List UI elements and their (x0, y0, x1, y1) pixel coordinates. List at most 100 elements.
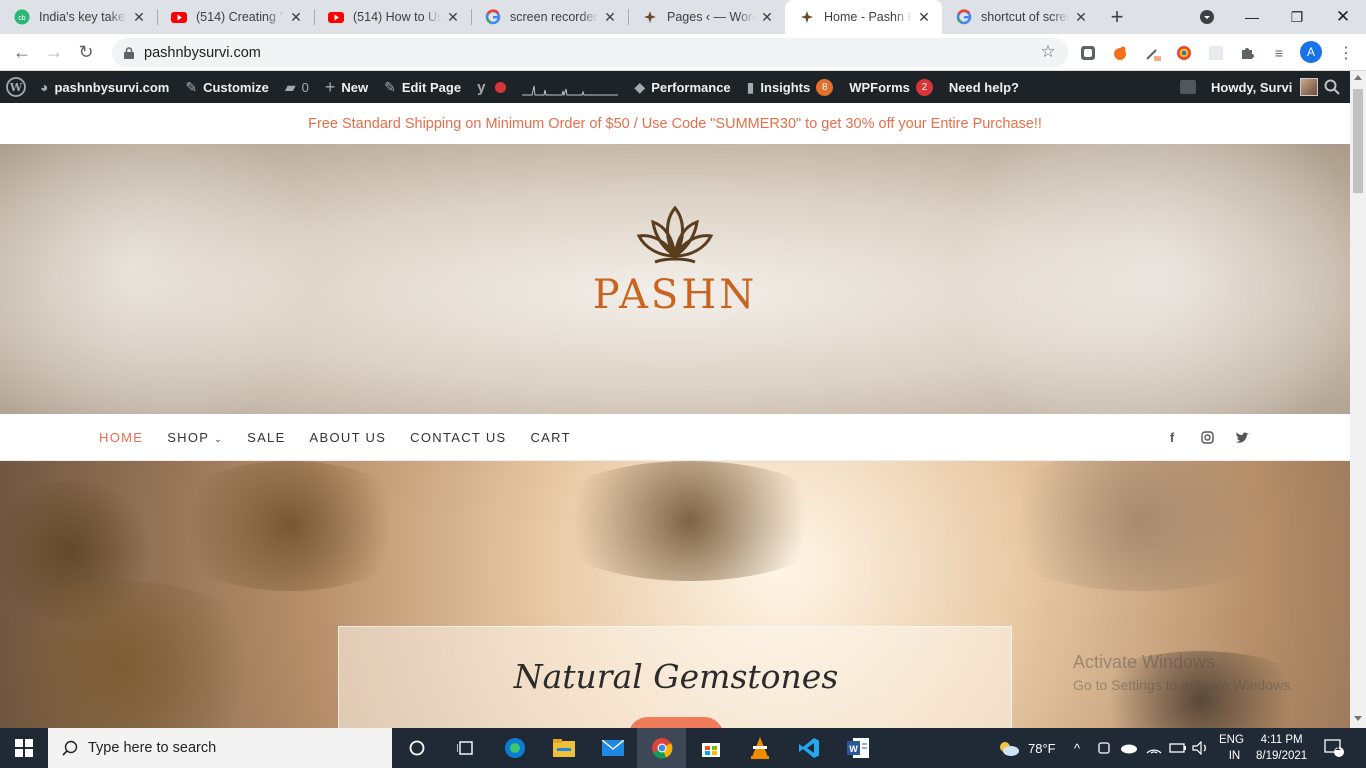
extension-dropper-icon[interactable] (1143, 43, 1163, 63)
vlc-icon[interactable] (735, 728, 784, 768)
back-arrow-icon[interactable]: ← (6, 36, 38, 68)
wifi-icon[interactable] (1146, 728, 1162, 768)
extensions-puzzle-icon[interactable] (1237, 43, 1257, 63)
comment-bubble-icon: ▰ (284, 78, 296, 95)
close-window-icon[interactable]: ✕ (1320, 0, 1366, 34)
tray-meet-icon[interactable] (1097, 728, 1111, 768)
wp-notifications[interactable] (1172, 71, 1204, 103)
reload-icon[interactable]: ↻ (70, 36, 102, 68)
tab-search-icon[interactable] (1184, 0, 1230, 34)
wp-admin-bar: W ◕ pashnbysurvi.com ✎ Customize ▰ 0 + N… (0, 71, 1350, 103)
mail-icon[interactable] (588, 728, 637, 768)
tab-google-screen-recorder[interactable]: screen recorder windows ✕ (471, 0, 628, 34)
wp-insights[interactable]: ▮ Insights 8 (739, 71, 842, 103)
nav-home[interactable]: HOME (99, 430, 143, 445)
nav-contact-us[interactable]: CONTACT US (410, 430, 506, 445)
tab-youtube-creating[interactable]: (514) Creating "Ecommerce" ✕ (157, 0, 314, 34)
onedrive-cloud-icon[interactable] (1120, 728, 1138, 768)
store-icon[interactable] (686, 728, 735, 768)
new-tab-button[interactable]: + (1099, 0, 1135, 34)
scrollbar-thumb[interactable] (1353, 89, 1363, 193)
dried-flower-decoration (0, 581, 280, 728)
close-tab-icon[interactable]: ✕ (445, 9, 461, 26)
tab-title: shortcut of screenshot (981, 10, 1069, 24)
maximize-icon[interactable]: ❐ (1274, 0, 1320, 34)
sparkline-icon (522, 85, 619, 96)
close-tab-icon[interactable]: ✕ (288, 9, 304, 26)
wp-need-help[interactable]: Need help? (941, 71, 1027, 103)
word-icon[interactable]: W (833, 728, 882, 768)
close-tab-icon[interactable]: ✕ (1073, 9, 1089, 26)
weather-widget[interactable]: 78°F (998, 728, 1056, 768)
close-tab-icon[interactable]: ✕ (131, 9, 147, 26)
dried-flower-decoration (540, 461, 840, 581)
edge-icon[interactable] (490, 728, 539, 768)
chrome-icon[interactable] (637, 728, 686, 768)
task-view-icon[interactable] (441, 728, 490, 768)
wp-need-help-label: Need help? (948, 79, 1019, 95)
tab-india-takeaways[interactable]: cb India's key takeaways ✕ (0, 0, 157, 34)
wp-stats-sparkline[interactable] (514, 71, 626, 103)
windows-start-icon[interactable] (0, 728, 48, 768)
clock[interactable]: 4:11 PM 8/19/2021 (1256, 728, 1307, 768)
reading-list-icon[interactable]: ≡ (1269, 43, 1289, 63)
wp-performance[interactable]: ◆ Performance (626, 71, 738, 103)
facebook-icon[interactable]: f (1162, 414, 1182, 461)
extension-grid-icon[interactable] (1206, 43, 1226, 63)
action-center-icon[interactable]: 1 (1324, 728, 1344, 768)
extension-orange-icon[interactable] (1110, 43, 1130, 63)
close-tab-icon[interactable]: ✕ (602, 9, 618, 26)
wp-site-name[interactable]: ◕ pashnbysurvi.com (32, 71, 177, 103)
url-text[interactable]: pashnbysurvi.com (144, 45, 261, 61)
close-tab-icon[interactable]: ✕ (916, 9, 932, 26)
nav-sale[interactable]: SALE (247, 430, 285, 445)
dashboard-icon: ◕ (40, 79, 49, 95)
dried-flower-decoration (160, 461, 420, 591)
bookmark-star-icon[interactable]: ☆ (1038, 42, 1058, 62)
twitter-icon[interactable] (1232, 414, 1252, 461)
wp-new[interactable]: + New (317, 71, 376, 103)
file-explorer-icon[interactable] (539, 728, 588, 768)
tab-wordpress-pages[interactable]: Pages ‹ — WordPress ✕ (628, 0, 785, 34)
wp-customize[interactable]: ✎ Customize (177, 71, 276, 103)
nav-shop[interactable]: SHOP ⌄ (167, 430, 223, 445)
profile-avatar[interactable]: A (1300, 41, 1322, 63)
scroll-down-arrow-icon[interactable] (1354, 716, 1362, 721)
volume-icon[interactable] (1192, 728, 1210, 768)
nav-about-us[interactable]: ABOUT US (310, 430, 387, 445)
main-navigation: HOME SHOP ⌄ SALE ABOUT US CONTACT US CART… (0, 414, 1350, 461)
tab-home-pashn[interactable]: Home - Pashn By Survi ✕ (785, 0, 942, 34)
wp-yoast[interactable]: y (469, 71, 514, 103)
minimize-icon[interactable]: — (1229, 0, 1275, 34)
slide-cta-button[interactable] (628, 717, 724, 728)
omnibox[interactable]: pashnbysurvi.com (112, 38, 1068, 67)
wp-search-icon[interactable] (1316, 71, 1348, 103)
wordpress-logo-icon[interactable]: W (0, 71, 32, 103)
lotus-logo-icon[interactable] (0, 200, 1350, 275)
nav-cart[interactable]: CART (530, 430, 570, 445)
site-logo-text[interactable]: PASHN (0, 272, 1350, 318)
tab-google-shortcut[interactable]: shortcut of screenshot ✕ (942, 0, 1099, 34)
slide-caption-box: Natural Gemstones (338, 626, 1012, 728)
scroll-up-arrow-icon[interactable] (1354, 75, 1362, 80)
wp-wpforms[interactable]: WPForms 2 (841, 71, 941, 103)
wp-comments[interactable]: ▰ 0 (277, 71, 317, 103)
instagram-icon[interactable] (1197, 414, 1217, 461)
wp-edit-page-label: Edit Page (401, 79, 462, 95)
wp-edit-page[interactable]: ✎ Edit Page (376, 71, 469, 103)
extension-square-icon[interactable] (1078, 43, 1098, 63)
page-scrollbar[interactable] (1350, 71, 1366, 728)
tab-youtube-howto[interactable]: (514) How to Use ✕ (314, 0, 471, 34)
language-indicator[interactable]: ENG IN (1219, 728, 1244, 768)
tray-overflow-chevron-icon[interactable]: ^ (1074, 728, 1080, 768)
forward-arrow-icon[interactable]: → (38, 36, 70, 68)
wp-new-label: New (341, 79, 369, 95)
chrome-menu-icon[interactable]: ⋮ (1336, 43, 1356, 63)
battery-icon[interactable] (1169, 728, 1187, 768)
vscode-icon[interactable] (784, 728, 833, 768)
extension-color-icon[interactable] (1174, 43, 1194, 63)
taskbar-search-box[interactable]: Type here to search (48, 728, 392, 768)
cortana-icon[interactable] (392, 728, 441, 768)
close-tab-icon[interactable]: ✕ (759, 9, 775, 26)
wp-howdy[interactable]: Howdy, Survi (1203, 71, 1326, 103)
